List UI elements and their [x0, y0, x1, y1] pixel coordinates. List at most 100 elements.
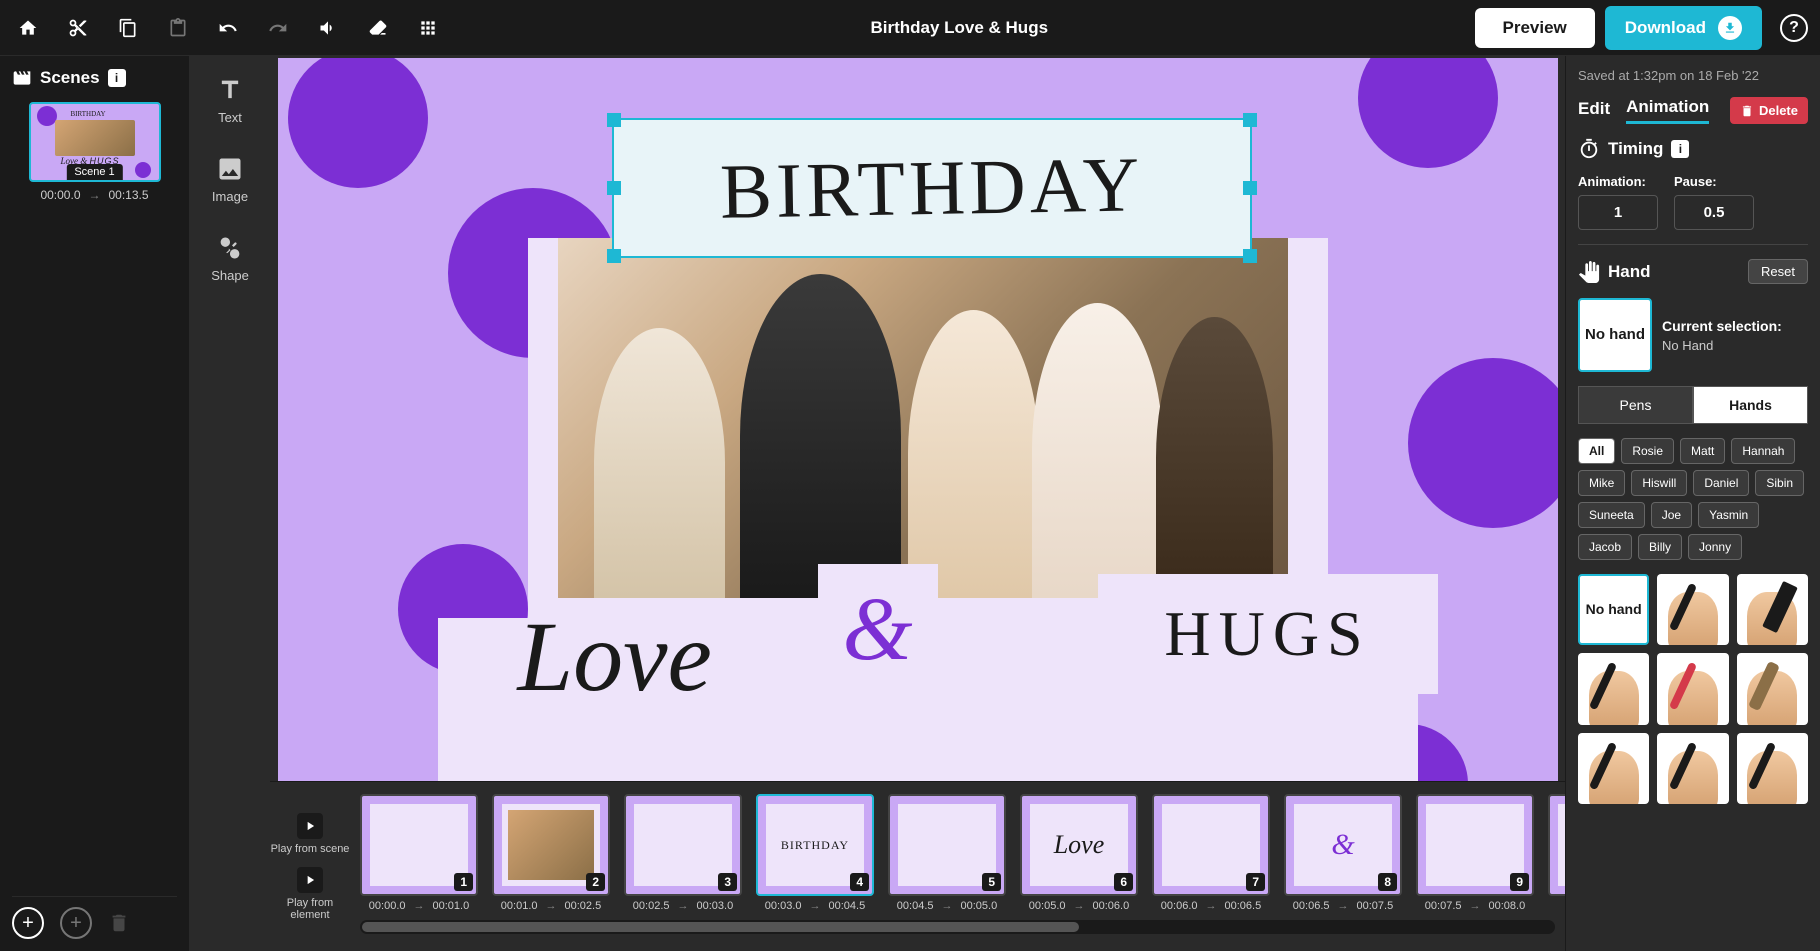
- hand-option[interactable]: No hand: [1578, 574, 1649, 645]
- pause-duration-input[interactable]: [1674, 195, 1754, 230]
- hand-filter-chip[interactable]: Joe: [1651, 502, 1692, 528]
- timeline: Play from scene Play from element 100:00…: [270, 781, 1565, 951]
- text-tool[interactable]: Text: [216, 76, 244, 125]
- info-icon[interactable]: i: [1671, 140, 1689, 158]
- timeline-frame[interactable]: HUG→: [1548, 794, 1565, 912]
- hand-filter-chip[interactable]: Suneeta: [1578, 502, 1645, 528]
- scene-thumbnail[interactable]: BIRTHDAY Love & HUGS Scene 1: [29, 102, 161, 182]
- copy-icon[interactable]: [112, 12, 144, 44]
- project-title[interactable]: Birthday Love & Hugs: [444, 18, 1475, 38]
- hand-filter-chip[interactable]: Billy: [1638, 534, 1682, 560]
- play-from-scene-button[interactable]: Play from scene: [271, 813, 350, 855]
- play-from-element-button[interactable]: Play from element: [270, 867, 350, 921]
- scrollbar-thumb[interactable]: [362, 922, 1079, 932]
- animation-tab[interactable]: Animation: [1626, 97, 1709, 124]
- toolbar-left: [12, 12, 444, 44]
- timeline-scrollbar[interactable]: [360, 920, 1555, 934]
- saved-status: Saved at 1:32pm on 18 Feb '22: [1578, 68, 1808, 83]
- selection-handle[interactable]: [1243, 249, 1257, 263]
- home-icon[interactable]: [12, 12, 44, 44]
- timing-inputs: Animation: Pause:: [1578, 174, 1808, 230]
- timeline-frame[interactable]: 900:07.5→00:08.0: [1416, 794, 1534, 912]
- tools-rail: Text Image Shape: [190, 56, 270, 951]
- timeline-frame[interactable]: 700:06.0→00:06.5: [1152, 794, 1270, 912]
- scenes-title: Scenes: [40, 68, 100, 88]
- hand-option[interactable]: [1657, 653, 1728, 724]
- info-icon[interactable]: i: [108, 69, 126, 87]
- hugs-text-element[interactable]: HUGS: [1098, 574, 1438, 694]
- selection-handle[interactable]: [1243, 113, 1257, 127]
- hand-option[interactable]: [1578, 733, 1649, 804]
- eraser-icon[interactable]: [362, 12, 394, 44]
- hand-filter-chip[interactable]: Rosie: [1621, 438, 1674, 464]
- animation-duration-label: Animation:: [1578, 174, 1658, 189]
- hands-grid: No hand: [1578, 574, 1808, 804]
- reset-hand-button[interactable]: Reset: [1748, 259, 1808, 284]
- scenes-bottom-controls: + +: [12, 896, 177, 939]
- paste-icon[interactable]: [162, 12, 194, 44]
- hand-filter-chip[interactable]: Mike: [1578, 470, 1625, 496]
- image-tool[interactable]: Image: [212, 155, 248, 204]
- hands-tab[interactable]: Hands: [1693, 386, 1808, 424]
- stopwatch-icon: [1578, 138, 1600, 160]
- hand-option[interactable]: [1657, 733, 1728, 804]
- grid-icon[interactable]: [412, 12, 444, 44]
- timeline-frame[interactable]: Love600:05.0→00:06.0: [1020, 794, 1138, 912]
- duplicate-scene-button[interactable]: +: [60, 907, 92, 939]
- hand-option[interactable]: [1737, 733, 1808, 804]
- decoration-dot: [1408, 358, 1558, 528]
- ampersand-element[interactable]: &: [818, 564, 938, 694]
- hand-filter-chip[interactable]: Hiswill: [1631, 470, 1687, 496]
- cut-icon[interactable]: [62, 12, 94, 44]
- hand-filter-chip[interactable]: Hannah: [1731, 438, 1795, 464]
- undo-icon[interactable]: [212, 12, 244, 44]
- hand-filter-chip[interactable]: Daniel: [1693, 470, 1749, 496]
- timeline-frame[interactable]: 300:02.5→00:03.0: [624, 794, 742, 912]
- timeline-frame[interactable]: BIRTHDAY400:03.0→00:04.5: [756, 794, 874, 912]
- hand-filter-chip[interactable]: Yasmin: [1698, 502, 1759, 528]
- hand-filter-chip[interactable]: Sibin: [1755, 470, 1804, 496]
- selection-handle[interactable]: [607, 113, 621, 127]
- redo-icon[interactable]: [262, 12, 294, 44]
- love-text-element[interactable]: Love: [518, 599, 712, 714]
- birthday-text-element[interactable]: BIRTHDAY: [612, 118, 1252, 258]
- canvas[interactable]: BIRTHDAY Love & HUGS: [278, 58, 1558, 781]
- hand-icon: [1578, 261, 1600, 283]
- delete-button[interactable]: Delete: [1730, 97, 1808, 124]
- animation-duration-input[interactable]: [1578, 195, 1658, 230]
- download-button[interactable]: Download: [1605, 6, 1762, 50]
- selection-handle[interactable]: [1243, 181, 1257, 195]
- canvas-viewport: BIRTHDAY Love & HUGS: [270, 56, 1565, 781]
- timeline-frame[interactable]: 500:04.5→00:05.0: [888, 794, 1006, 912]
- timeline-track[interactable]: 100:00.0→00:01.0200:01.0→00:02.5300:02.5…: [350, 782, 1565, 951]
- shape-tool[interactable]: Shape: [211, 234, 249, 283]
- no-hand-preview[interactable]: No hand: [1578, 298, 1652, 372]
- help-icon[interactable]: ?: [1780, 14, 1808, 42]
- delete-scene-icon[interactable]: [108, 912, 130, 934]
- preview-button[interactable]: Preview: [1475, 8, 1595, 48]
- timeline-frame[interactable]: 200:01.0→00:02.5: [492, 794, 610, 912]
- timeline-frame[interactable]: 100:00.0→00:01.0: [360, 794, 478, 912]
- add-scene-button[interactable]: +: [12, 907, 44, 939]
- hand-option[interactable]: [1737, 653, 1808, 724]
- selection-handle[interactable]: [607, 181, 621, 195]
- hand-filter-chip[interactable]: Matt: [1680, 438, 1725, 464]
- edit-tab[interactable]: Edit: [1578, 99, 1610, 123]
- photo-element[interactable]: [558, 238, 1288, 598]
- timeline-frame[interactable]: &800:06.5→00:07.5: [1284, 794, 1402, 912]
- hand-option[interactable]: [1737, 574, 1808, 645]
- decoration-dot: [288, 58, 428, 188]
- hand-filter-chip[interactable]: All: [1578, 438, 1615, 464]
- volume-icon[interactable]: [312, 12, 344, 44]
- properties-panel: Saved at 1:32pm on 18 Feb '22 Edit Anima…: [1565, 56, 1820, 951]
- hand-filter-chip[interactable]: Jacob: [1578, 534, 1632, 560]
- hand-option[interactable]: [1578, 653, 1649, 724]
- scenes-header: Scenes i: [12, 68, 177, 88]
- pens-tab[interactable]: Pens: [1578, 386, 1693, 424]
- scene-label: Scene 1: [66, 164, 122, 180]
- download-label: Download: [1625, 18, 1706, 38]
- hand-header: Hand Reset: [1578, 259, 1808, 284]
- hand-option[interactable]: [1657, 574, 1728, 645]
- selection-handle[interactable]: [607, 249, 621, 263]
- hand-filter-chip[interactable]: Jonny: [1688, 534, 1742, 560]
